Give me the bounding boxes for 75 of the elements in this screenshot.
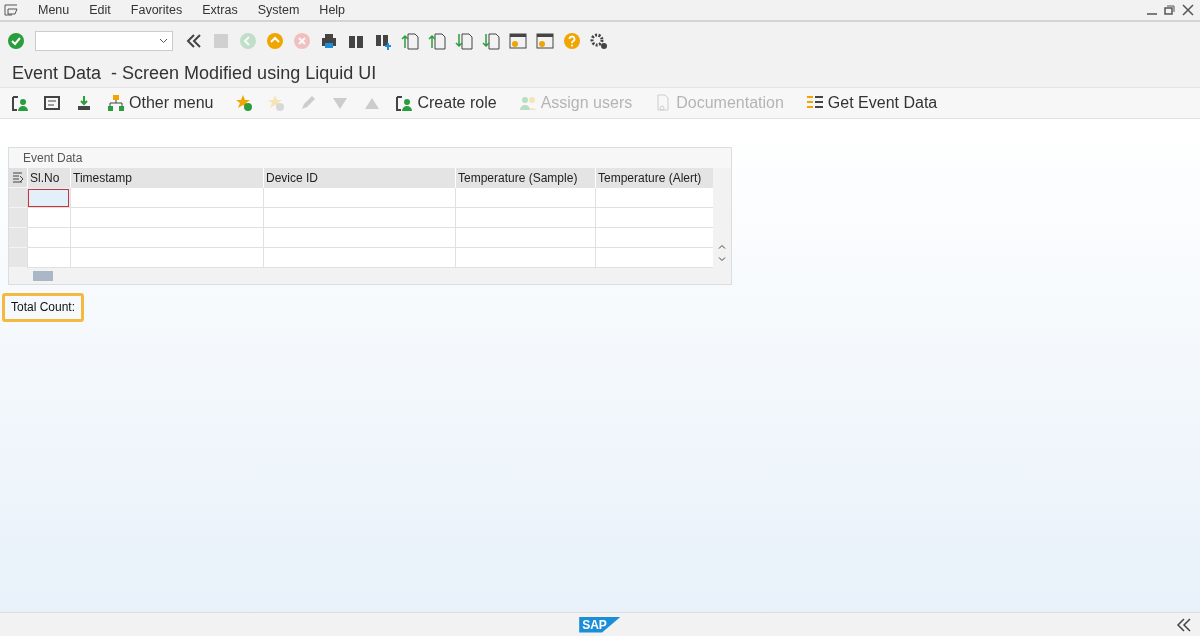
menu-item[interactable]: Extras — [202, 3, 238, 17]
menu-item[interactable]: Edit — [89, 3, 111, 17]
column-header[interactable]: Device ID — [263, 168, 455, 188]
table-cell[interactable] — [27, 208, 70, 228]
double-chevron-icon[interactable] — [1176, 617, 1192, 632]
page-down-arrow-icon — [482, 32, 500, 50]
table-cell[interactable] — [263, 248, 455, 268]
form-icon — [43, 94, 61, 112]
table-cell[interactable] — [595, 228, 713, 248]
window-icon — [536, 32, 554, 50]
menu-item[interactable]: Favorites — [130, 3, 183, 17]
table-cell[interactable] — [595, 188, 713, 208]
menu-item[interactable]: Help — [319, 3, 346, 17]
double-chevron-icon — [185, 32, 203, 50]
table-cell[interactable] — [455, 228, 595, 248]
table-cell[interactable] — [27, 248, 70, 268]
table-cell[interactable] — [455, 208, 595, 228]
up-chevron-icon — [266, 32, 284, 50]
command-field[interactable] — [35, 31, 173, 51]
table-cell[interactable] — [595, 208, 713, 228]
table-cell[interactable] — [263, 188, 455, 208]
table-cell[interactable] — [27, 228, 70, 248]
table-cell[interactable] — [595, 248, 713, 268]
column-header[interactable]: Sl.No — [27, 168, 70, 188]
save-icon — [212, 32, 230, 50]
row-selector[interactable] — [9, 208, 27, 228]
row-selector[interactable] — [9, 248, 27, 268]
printer-icon — [320, 32, 338, 50]
person-icon — [395, 94, 414, 112]
cancel-icon — [293, 32, 311, 50]
table-cell[interactable] — [70, 228, 263, 248]
column-header[interactable]: Timestamp — [70, 168, 263, 188]
table-cell[interactable] — [27, 188, 70, 208]
back-icon — [239, 32, 257, 50]
menu-item[interactable]: System — [257, 3, 300, 17]
users-icon — [518, 94, 537, 112]
check-icon — [7, 32, 25, 50]
person-icon — [11, 94, 29, 112]
help-icon — [563, 32, 581, 50]
menu-icon[interactable] — [4, 4, 18, 16]
scroll-down-icon[interactable] — [718, 257, 726, 262]
table-settings-icon[interactable] — [12, 172, 24, 183]
menu-item[interactable]: Menu — [38, 3, 70, 17]
page-down-arrow-icon — [455, 32, 473, 50]
column-header[interactable]: Temperature (Sample) — [455, 168, 595, 188]
dropdown-caret-icon — [159, 38, 168, 44]
table-cell[interactable] — [455, 188, 595, 208]
star-plus-icon — [235, 94, 254, 112]
settings-icon — [590, 32, 608, 50]
total-count-label: Total Count: — [2, 293, 85, 322]
toolbar-button[interactable]: Other menu — [102, 91, 219, 115]
page-up-arrow-icon — [401, 32, 419, 50]
table-cell[interactable] — [455, 248, 595, 268]
page-up-arrow-icon — [428, 32, 446, 50]
table-cell[interactable] — [263, 228, 455, 248]
row-selector[interactable] — [9, 228, 27, 248]
scroll-up-icon[interactable] — [718, 244, 726, 249]
table-cell[interactable] — [70, 248, 263, 268]
vertical-scrollbar[interactable] — [713, 168, 731, 268]
table-title: Event Data — [9, 148, 731, 168]
hierarchy-icon — [107, 94, 125, 112]
horizontal-scrollbar[interactable] — [9, 268, 731, 284]
restore-icon[interactable] — [1164, 4, 1176, 16]
close-icon[interactable] — [1182, 4, 1194, 16]
star-icon — [267, 94, 286, 112]
table-cell[interactable] — [263, 208, 455, 228]
toolbar-button[interactable]: Get Event Data — [800, 91, 943, 115]
logo: SAP — [579, 616, 621, 633]
row-selector[interactable] — [9, 188, 27, 208]
table-cell[interactable] — [70, 208, 263, 228]
pencil-icon — [299, 94, 318, 112]
table-cell[interactable] — [70, 188, 263, 208]
import-icon — [75, 94, 93, 112]
toolbar-button[interactable]: Create role — [390, 91, 502, 115]
column-header[interactable]: Temperature (Alert) — [595, 168, 713, 188]
